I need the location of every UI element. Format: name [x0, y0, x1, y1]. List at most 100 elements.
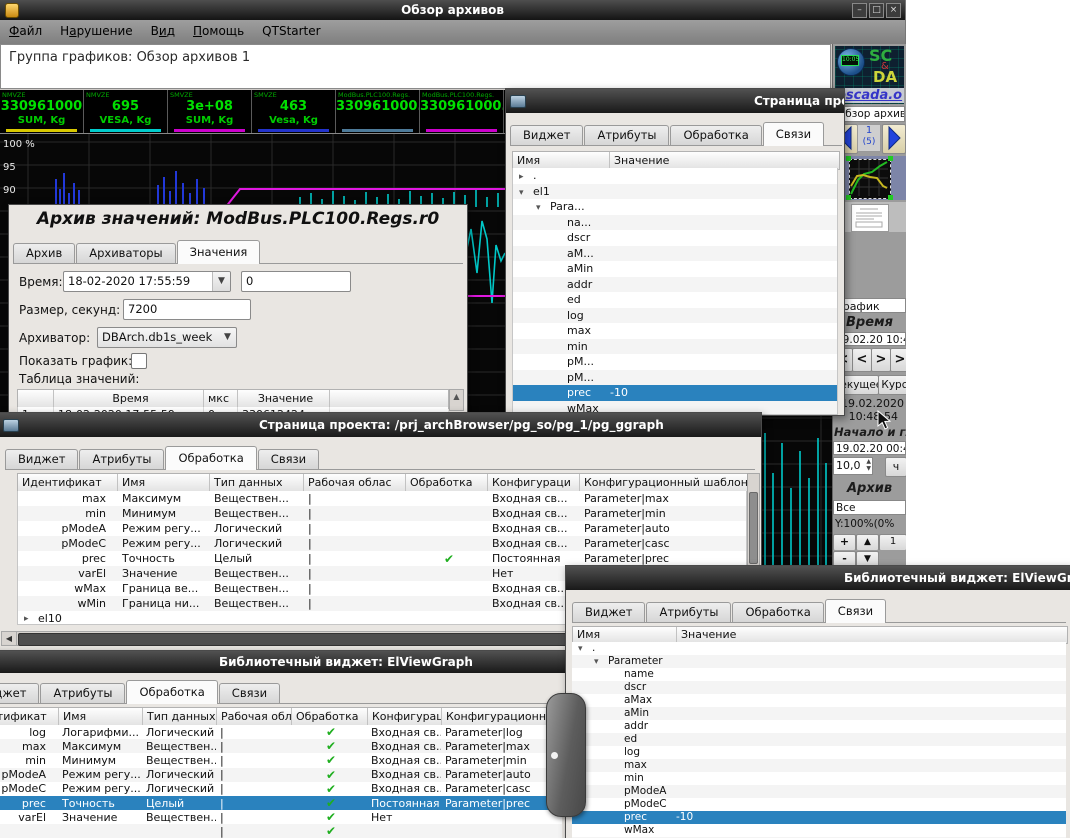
shift-up-button[interactable]: ▲	[856, 534, 879, 550]
time-nav-button[interactable]: >	[871, 348, 891, 372]
menu-item[interactable]: QTStarter	[253, 20, 329, 44]
zoom-in-button[interactable]: +	[833, 534, 856, 550]
lib-left-table[interactable]: logЛогарифми...Логический|✔Входная св...…	[0, 725, 562, 838]
scroll-left-icon[interactable]: ◀	[2, 632, 17, 645]
table-row[interactable]: pModeCРежим регу...Логический|Входная св…	[18, 536, 746, 551]
tree-row[interactable]: ▾Para...	[513, 199, 837, 215]
column-header[interactable]: Имя	[59, 708, 143, 726]
begin-value-field[interactable]: 19.02.20 00:48:5	[833, 441, 906, 455]
column-header[interactable]: Рабочая облас	[304, 474, 406, 492]
column-name[interactable]: Имя	[513, 152, 610, 169]
tab-Связи[interactable]: Связи	[825, 599, 886, 623]
scroll-up-icon[interactable]: ▲	[450, 390, 463, 404]
tree-row[interactable]: pM...	[513, 354, 837, 370]
table-row[interactable]: maxМаксимумВеществен...|✔Входная св...Pa…	[0, 739, 562, 753]
tree-row[interactable]: prec-10	[513, 385, 837, 401]
column-value[interactable]: Значение	[610, 152, 839, 169]
tree-row[interactable]: log	[572, 746, 1066, 759]
lib-right-titlebar[interactable]: Библиотечный виджет: ElViewGraph	[566, 566, 1070, 590]
column-header[interactable]: Рабочая облас	[217, 708, 292, 726]
tab-Виджет[interactable]: Виджет	[572, 602, 645, 622]
menu-item[interactable]: Нарушение	[51, 20, 142, 44]
time-combo[interactable]: 18-02-2020 17:55:59 ▼	[63, 271, 231, 292]
tree-row[interactable]: max	[513, 323, 837, 339]
tab-Связи[interactable]: Связи	[258, 449, 319, 469]
project-table-header[interactable]: ИдентификатИмяТип данныхРабочая обласОбр…	[17, 473, 749, 493]
window-control-button[interactable]: –	[852, 3, 867, 18]
tab-Обработка[interactable]: Обработка	[126, 680, 217, 704]
tree-row[interactable]: dscr	[572, 681, 1066, 694]
column-name[interactable]: Имя	[573, 627, 677, 643]
tree-row[interactable]: ▾el1	[513, 184, 837, 200]
lib-left-table-header[interactable]: ИдентификатИмяТип данныхРабочая обласОбр…	[0, 707, 564, 727]
tree-row[interactable]: pModeC	[572, 798, 1066, 811]
collapse-icon[interactable]: ▾	[536, 201, 550, 215]
depth-unit-button[interactable]: ч	[885, 457, 906, 477]
column-time[interactable]: Время	[54, 390, 204, 408]
tree-row[interactable]: ed	[572, 733, 1066, 746]
tree-row[interactable]: aMax	[572, 694, 1066, 707]
usec-input[interactable]: 0	[241, 271, 351, 292]
group-label-bar[interactable]: Группа графиков: Обзор архивов 1	[0, 44, 831, 89]
tree-row[interactable]: ▾.	[572, 642, 1066, 655]
main-titlebar[interactable]: Обзор архивов –□×	[0, 0, 905, 20]
table-row[interactable]: logЛогарифми...Логический|✔Входная св...…	[0, 725, 562, 739]
column-header[interactable]: Тип данных	[210, 474, 304, 492]
tree-row[interactable]: pModeA	[572, 785, 1066, 798]
menu-item[interactable]: Файл	[0, 20, 51, 44]
tab-Атрибуты[interactable]: Атрибуты	[584, 125, 669, 145]
scale-extra-button[interactable]: 1	[879, 534, 906, 550]
lib-left-titlebar[interactable]: Библиотечный виджет: ElViewGraph	[0, 651, 574, 673]
tab-Атрибуты[interactable]: Атрибуты	[40, 683, 125, 703]
tree-row[interactable]: pM...	[513, 370, 837, 386]
table-row[interactable]: |✔	[0, 824, 562, 838]
table-row[interactable]: minМинимумВеществен...|✔Входная св...Par…	[0, 753, 562, 767]
tab-Связи[interactable]: Связи	[219, 683, 280, 703]
table-row[interactable]: precТочностьЦелый|✔ПостояннаяParameter|p…	[0, 796, 562, 810]
depth-spinbox[interactable]: 10,0 ▲▼	[833, 457, 873, 475]
zoom-out-button[interactable]: -	[833, 551, 856, 565]
cursor-time-button[interactable]: Курсор	[878, 375, 906, 395]
shift-down-button[interactable]: ▼	[856, 551, 879, 565]
spin-arrows-icon[interactable]: ▲▼	[866, 458, 871, 472]
column-header[interactable]: Идентификат	[0, 708, 59, 726]
tab-Атрибуты[interactable]: Атрибуты	[79, 449, 164, 469]
tab-Архиваторы[interactable]: Архиваторы	[76, 243, 175, 263]
values-table-vscrollbar[interactable]: ▲	[449, 389, 464, 411]
tree-row[interactable]: ed	[513, 292, 837, 308]
values-table-header[interactable]: Время мкс Значение	[17, 389, 449, 409]
scroll-handle-overlay[interactable]	[546, 693, 586, 817]
show-graph-checkbox[interactable]	[131, 353, 147, 369]
column-rownum[interactable]	[18, 390, 54, 408]
tab-Виджет[interactable]: Виджет	[5, 449, 78, 469]
column-value[interactable]: Значение	[677, 627, 1067, 643]
column-value[interactable]: Значение	[238, 390, 330, 408]
next-page-button[interactable]	[882, 124, 906, 154]
expand-icon[interactable]: ▸	[519, 170, 533, 184]
column-header[interactable]: Обработка	[406, 474, 488, 492]
time-nav-button[interactable]: <	[852, 348, 872, 372]
tree-row[interactable]: min	[572, 772, 1066, 785]
tree-row[interactable]: aMin	[513, 261, 837, 277]
column-header[interactable]: Конфигурационный шаблон	[580, 474, 748, 492]
time-nav-button[interactable]: >	[890, 348, 906, 372]
tab-Обработка[interactable]: Обработка	[732, 602, 823, 622]
tree-row[interactable]: wMax	[572, 824, 1066, 837]
column-header[interactable]: Идентификат	[18, 474, 118, 492]
column-header[interactable]: Тип данных	[143, 708, 217, 726]
lib-right-tree[interactable]: ▾.▾ParameternamedscraMaxaMinaddredlogmax…	[572, 642, 1066, 838]
tree-row[interactable]: min	[513, 339, 837, 355]
collapse-icon[interactable]: ▾	[519, 186, 533, 200]
tab-Архив[interactable]: Архив	[13, 243, 75, 263]
table-row[interactable]: precТочностьЦелый|✔ПостояннаяParameter|p…	[18, 551, 746, 566]
menu-item[interactable]: Вид	[142, 20, 184, 44]
tree-row[interactable]: ▸.	[513, 168, 837, 184]
dropdown-arrow-icon[interactable]: ▼	[212, 272, 230, 291]
menu-item[interactable]: Помощь	[184, 20, 253, 44]
expand-icon[interactable]: ▸	[18, 614, 38, 624]
window-control-button[interactable]: ×	[886, 3, 901, 18]
table-row[interactable]: varElЗначениеВеществен...|✔Нет	[0, 810, 562, 824]
tab-Значения[interactable]: Значения	[177, 240, 261, 264]
tab-Виджет[interactable]: Виджет	[0, 683, 39, 703]
table-row[interactable]: pModeAРежим регу...Логический|✔Входная с…	[0, 768, 562, 782]
